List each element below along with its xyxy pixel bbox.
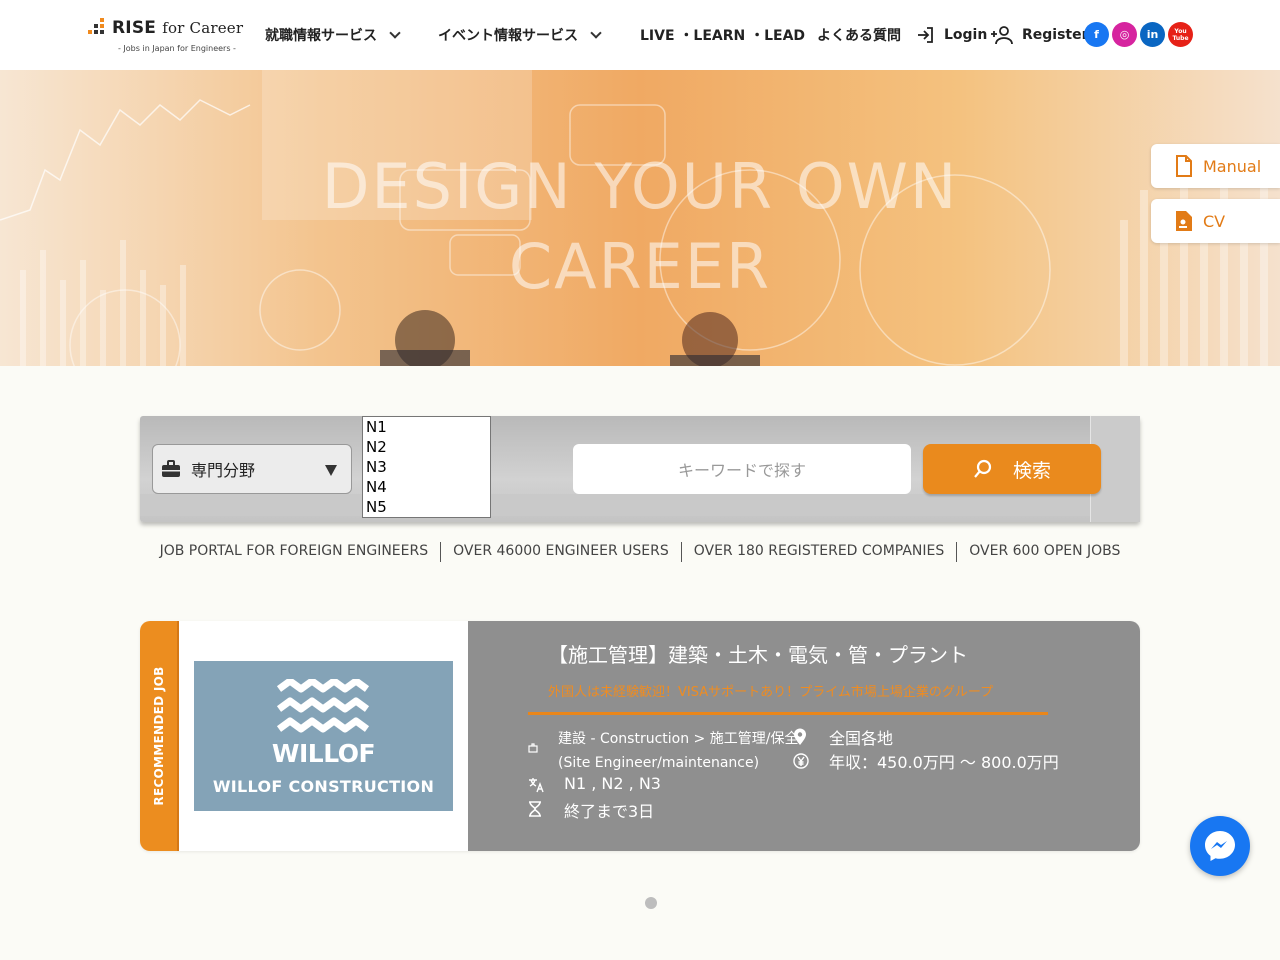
keyword-search-input[interactable]: キーワードで探す (573, 444, 911, 494)
jlpt-level-listbox[interactable]: N1 N2 N3 N4 N5 (362, 416, 491, 518)
search-button[interactable]: 検索 (923, 444, 1101, 494)
dropdown-arrow-icon (325, 465, 337, 476)
login-link[interactable]: Login (916, 25, 987, 45)
logo-dots-icon (88, 18, 108, 38)
job-salary: 年収：450.0万円 〜 800.0万円 (829, 753, 1059, 772)
cv-button[interactable]: CV (1151, 199, 1280, 243)
hero-banner: DESIGN YOUR OWN CAREER Manual CV (0, 70, 1280, 366)
recommended-job-label: RECOMMENDED JOB (152, 666, 166, 806)
job-category-line2: (Site Engineer/maintenance) (558, 755, 760, 771)
hero-headline-line1: DESIGN YOUR OWN (321, 150, 959, 223)
jlpt-option[interactable]: N4 (363, 477, 490, 497)
carousel-dot[interactable] (645, 897, 657, 909)
job-info-panel: 【施工管理】建築・土木・電気・管・プラント 外国人は未経験歓迎！VISAサポート… (468, 621, 1140, 851)
chevron-down-icon (590, 27, 602, 39)
nav-job-services[interactable]: 就職情報サービス (265, 25, 401, 45)
site-header: RISE for Career - Jobs in Japan for Engi… (0, 0, 1280, 70)
nav-event-services[interactable]: イベント情報サービス (438, 25, 602, 45)
logo-title: RISE for Career (112, 18, 244, 38)
stats-bar: JOB PORTAL FOR FOREIGN ENGINEERS OVER 46… (0, 542, 1280, 562)
stat-item: OVER 600 OPEN JOBS (969, 543, 1121, 559)
document-icon (1176, 155, 1192, 177)
search-bar-band (140, 494, 1140, 516)
linkedin-label: in (1146, 28, 1159, 41)
instagram-label: ◎ (1119, 28, 1130, 41)
register-link[interactable]: Register (990, 25, 1089, 45)
manual-label: Manual (1203, 156, 1262, 176)
linkedin-icon[interactable]: in (1140, 22, 1165, 47)
company-logo-fullname: WILLOF CONSTRUCTION (212, 777, 435, 796)
youtube-icon[interactable]: You Tube (1168, 22, 1193, 47)
jlpt-option[interactable]: N2 (363, 437, 490, 457)
job-tagline: 外国人は未経験歓迎！VISAサポートあり！プライム市場上場企業のグループ (548, 685, 994, 700)
translate-icon (529, 778, 544, 793)
nav-faq-label: よくある質問 (817, 28, 901, 44)
job-title[interactable]: 【施工管理】建築・土木・電気・管・プラント (548, 639, 968, 668)
location-pin-icon (794, 728, 806, 745)
search-icon (974, 459, 992, 478)
nav-job-services-label: 就職情報サービス (265, 28, 377, 44)
recommended-job-tab: RECOMMENDED JOB (140, 621, 179, 851)
register-label: Register (1022, 27, 1089, 43)
jlpt-option[interactable]: N3 (363, 457, 490, 477)
company-logo[interactable]: WILLOF WILLOF CONSTRUCTION (194, 661, 453, 811)
specialty-select[interactable]: 専門分野 (152, 444, 352, 494)
chevron-down-icon (389, 27, 401, 39)
stat-item: JOB PORTAL FOR FOREIGN ENGINEERS (148, 542, 442, 562)
cv-label: CV (1203, 211, 1226, 231)
hourglass-icon (529, 801, 541, 817)
search-bar: 専門分野 N1 N2 N3 N4 N5 キーワードで探す 検索 (140, 416, 1140, 522)
waves-icon (277, 679, 369, 733)
hero-headline-line2: CAREER (508, 230, 772, 303)
cv-document-icon (1176, 211, 1192, 231)
search-button-label: 検索 (1012, 459, 1051, 482)
jlpt-option[interactable]: N5 (363, 497, 490, 517)
add-user-icon (991, 26, 1013, 45)
nav-live-learn-lead[interactable]: LIVE ・LEARN ・LEAD (640, 25, 805, 45)
youtube-label: You Tube (1172, 27, 1189, 42)
logo-tagline: - Jobs in Japan for Engineers - (118, 44, 236, 53)
login-icon (918, 27, 933, 43)
nav-faq[interactable]: よくある質問 (817, 25, 901, 45)
job-languages: N1 , N2 , N3 (564, 774, 661, 793)
job-category: 建設 - Construction > 施工管理/保全 (Site Engine… (558, 727, 798, 775)
messenger-chat-button[interactable] (1190, 816, 1250, 876)
stat-item: OVER 180 REGISTERED COMPANIES (682, 542, 958, 562)
recommended-job-card[interactable]: RECOMMENDED JOB WILLOF WILLOF CONSTRUCTI… (140, 621, 1140, 851)
specialty-select-label: 専門分野 (191, 461, 256, 480)
company-logo-name: WILLOF (271, 739, 376, 768)
yen-icon (793, 753, 809, 769)
job-deadline: 終了まで3日 (564, 802, 655, 821)
manual-button[interactable]: Manual (1151, 144, 1280, 188)
instagram-icon[interactable]: ◎ (1112, 22, 1137, 47)
jlpt-option[interactable]: N1 (363, 417, 490, 437)
job-location: 全国各地 (829, 729, 894, 748)
site-logo[interactable]: RISE for Career - Jobs in Japan for Engi… (88, 16, 248, 58)
messenger-icon (1205, 831, 1235, 861)
job-category-line1: 建設 - Construction > 施工管理/保全 (558, 731, 799, 747)
briefcase-icon (162, 460, 180, 477)
stat-item: OVER 46000 ENGINEER USERS (441, 542, 682, 562)
nav-event-services-label: イベント情報サービス (438, 28, 578, 44)
building-icon (528, 743, 538, 753)
facebook-label: f (1094, 28, 1099, 41)
login-label: Login (944, 27, 988, 43)
nav-live-learn-lead-label: LIVE ・LEARN ・LEAD (640, 28, 806, 44)
facebook-icon[interactable]: f (1084, 22, 1109, 47)
divider (528, 712, 1048, 715)
